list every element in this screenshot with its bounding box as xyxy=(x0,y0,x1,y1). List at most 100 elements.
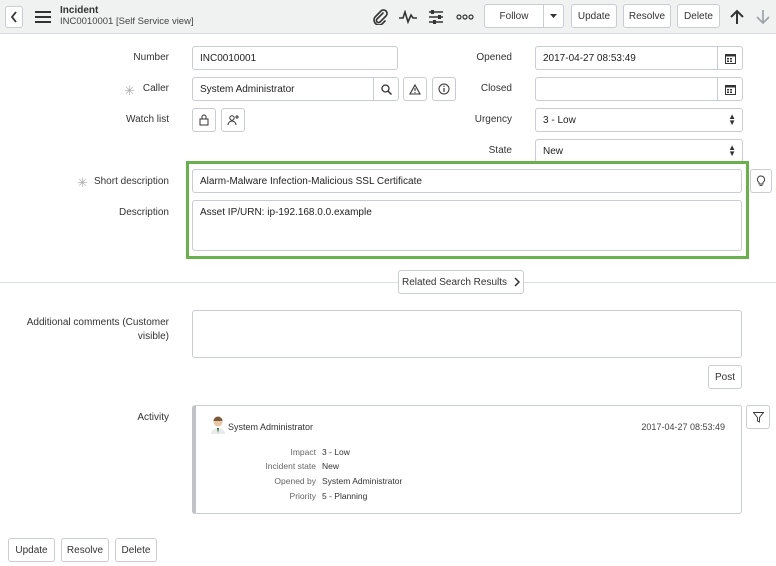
back-button[interactable] xyxy=(5,6,23,28)
additional-comments-label-line2: visible) xyxy=(137,331,169,342)
arrow-down-icon xyxy=(756,10,770,25)
follow-dropdown-button[interactable] xyxy=(543,4,564,28)
section-divider xyxy=(0,282,776,283)
select-arrows-icon: ▲ ▼ xyxy=(728,112,736,127)
chevron-right-icon xyxy=(514,277,521,287)
activity-card: System Administrator 2017-04-27 08:53:49… xyxy=(192,405,742,514)
activity-row-value: System Administrator xyxy=(322,476,403,486)
closed-calendar-button[interactable] xyxy=(717,77,743,101)
form-header: Incident INC0010001 [Self Service view] … xyxy=(0,0,776,34)
caller-field[interactable]: System Administrator xyxy=(192,77,374,101)
activity-stream-button[interactable] xyxy=(397,7,419,27)
opened-calendar-button[interactable] xyxy=(717,46,743,70)
previous-record-button[interactable] xyxy=(727,6,747,28)
number-label: Number xyxy=(133,52,169,63)
next-record-button[interactable] xyxy=(753,6,773,28)
footer-delete-button[interactable]: Delete xyxy=(115,538,157,562)
short-description-mandatory-icon: ✳ xyxy=(77,175,88,190)
hamburger-icon xyxy=(35,11,51,23)
short-description-label: Short description xyxy=(93,176,169,187)
related-search-label: Related Search Results xyxy=(401,276,508,288)
arrow-up-icon xyxy=(730,9,744,24)
activity-row-value: 3 - Low xyxy=(322,447,350,457)
form-title: Incident xyxy=(60,5,99,16)
activity-row-value: New xyxy=(322,461,340,471)
caller-info-button[interactable] xyxy=(432,77,456,101)
select-arrows-icon: ▲ ▼ xyxy=(728,143,736,158)
attachment-button[interactable] xyxy=(370,7,390,27)
watch-list-lock-button[interactable] xyxy=(192,108,216,132)
opened-label: Opened xyxy=(476,52,512,63)
header-delete-button[interactable]: Delete xyxy=(677,4,720,28)
paperclip-icon xyxy=(373,9,388,25)
urgency-label: Urgency xyxy=(474,114,512,125)
activity-row-key: Priority xyxy=(289,491,316,501)
number-field[interactable]: INC0010001 xyxy=(192,46,398,70)
footer-update-label: Update xyxy=(15,544,48,556)
caller-lookup-button[interactable] xyxy=(373,77,399,101)
short-description-field[interactable]: Alarm-Malware Infection-Malicious SSL Ce… xyxy=(192,169,742,193)
menu-button[interactable] xyxy=(33,8,53,26)
more-dots-icon xyxy=(456,14,474,20)
magnifier-icon xyxy=(380,83,392,95)
activity-timestamp: 2017-04-27 08:53:49 xyxy=(641,422,725,432)
activity-label: Activity xyxy=(137,412,169,423)
sliders-icon xyxy=(429,10,443,24)
pulse-icon xyxy=(399,10,417,24)
avatar xyxy=(210,416,226,434)
caller-warning-button[interactable] xyxy=(403,77,427,101)
additional-comments-textarea[interactable] xyxy=(192,310,742,358)
watch-list-add-me-button[interactable] xyxy=(221,108,245,132)
personalize-form-button[interactable] xyxy=(426,7,446,27)
warning-icon xyxy=(409,83,421,95)
header-update-label: Update xyxy=(577,10,611,22)
additional-comments-label: Additional comments (Customer visible) xyxy=(27,316,169,344)
caller-label: Caller xyxy=(142,83,169,94)
urgency-select[interactable]: 3 - Low ▲ ▼ xyxy=(535,108,743,132)
calendar-icon xyxy=(724,84,736,95)
watch-list-label: Watch list xyxy=(126,114,169,125)
follow-label: Follow xyxy=(499,10,529,22)
state-value: New xyxy=(543,146,564,157)
opened-field[interactable]: 2017-04-27 08:53:49 xyxy=(535,46,718,70)
urgency-value: 3 - Low xyxy=(543,115,576,126)
add-user-icon xyxy=(227,115,239,126)
activity-filter-button[interactable] xyxy=(746,405,770,429)
user-avatar-icon xyxy=(211,416,225,434)
state-select[interactable]: New ▲ ▼ xyxy=(535,139,743,163)
suggestion-button[interactable] xyxy=(750,169,772,193)
related-search-results-button[interactable]: Related Search Results xyxy=(398,270,524,294)
lock-icon xyxy=(199,114,209,126)
header-resolve-button[interactable]: Resolve xyxy=(623,4,671,28)
header-delete-label: Delete xyxy=(684,10,713,22)
post-button[interactable]: Post xyxy=(708,365,742,389)
activity-row-key: Impact xyxy=(290,447,316,457)
description-label: Description xyxy=(118,207,169,218)
post-label: Post xyxy=(714,371,735,383)
form-subtitle: INC0010001 [Self Service view] xyxy=(60,16,194,27)
footer-delete-label: Delete xyxy=(121,544,151,556)
footer-resolve-button[interactable]: Resolve xyxy=(61,538,109,562)
footer-resolve-label: Resolve xyxy=(66,544,104,556)
activity-user: System Administrator xyxy=(228,422,314,432)
calendar-icon xyxy=(724,53,736,64)
activity-row-value: 5 - Planning xyxy=(322,491,368,501)
description-textarea[interactable]: Asset IP/URN: ip-192.168.0.0.example xyxy=(192,200,742,251)
caret-down-icon xyxy=(550,14,557,18)
more-options-button[interactable] xyxy=(454,7,476,27)
closed-label: Closed xyxy=(480,83,512,94)
state-label: State xyxy=(488,145,512,156)
follow-button[interactable]: Follow xyxy=(484,4,544,28)
filter-funnel-icon xyxy=(752,411,764,423)
chevron-left-icon xyxy=(10,11,17,23)
lightbulb-icon xyxy=(757,175,765,186)
info-icon xyxy=(438,83,450,95)
caller-mandatory-icon: ✳ xyxy=(124,83,135,98)
additional-comments-label-line1: Additional comments (Customer xyxy=(26,317,169,328)
closed-field[interactable] xyxy=(535,77,718,101)
footer-update-button[interactable]: Update xyxy=(8,538,55,562)
header-update-button[interactable]: Update xyxy=(571,4,617,28)
activity-row-key: Opened by xyxy=(274,476,316,486)
activity-row-key: Incident state xyxy=(265,461,316,471)
header-resolve-label: Resolve xyxy=(628,10,666,22)
